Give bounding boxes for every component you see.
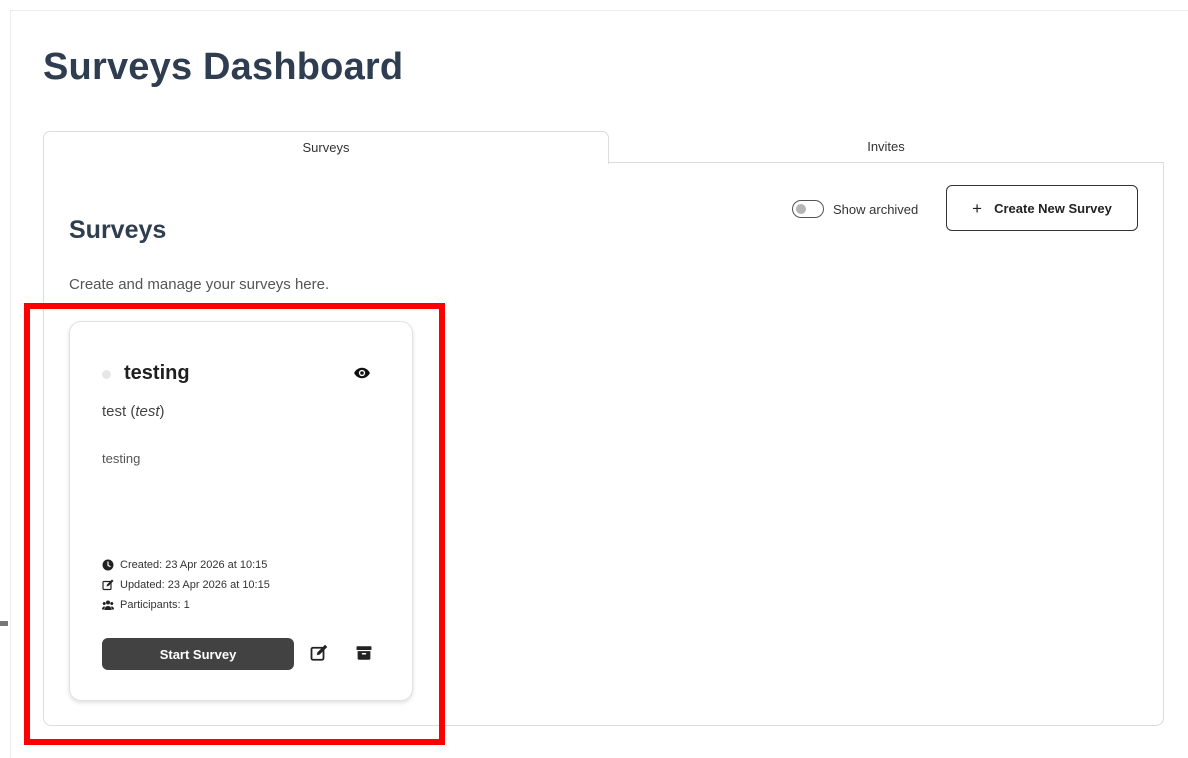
survey-title: testing	[124, 362, 190, 384]
participants-row: Participants: 1	[102, 599, 190, 611]
eye-icon[interactable]	[353, 364, 371, 382]
plus-icon: +	[972, 198, 983, 218]
tab-invites[interactable]: Invites	[608, 131, 1164, 163]
toggle-knob	[796, 204, 806, 214]
section-description: Create and manage your surveys here.	[69, 276, 330, 293]
section-title: Surveys	[69, 216, 167, 244]
edge-mark	[0, 621, 8, 626]
created-row: Created: 23 Apr 2026 at 10:15	[102, 559, 267, 571]
updated-row: Updated: 23 Apr 2026 at 10:15	[102, 579, 270, 591]
users-icon	[102, 600, 114, 610]
survey-description: testing	[102, 451, 141, 466]
survey-subtitle-paren: test	[135, 403, 160, 420]
tab-surveys[interactable]: Surveys	[43, 131, 609, 164]
created-text: Created: 23 Apr 2026 at 10:15	[120, 559, 268, 571]
survey-subtitle-main: test	[102, 403, 127, 420]
clock-icon	[102, 559, 114, 571]
updated-text: Updated: 23 Apr 2026 at 10:15	[120, 579, 270, 591]
edit-icon[interactable]	[310, 644, 328, 662]
start-survey-button[interactable]: Start Survey	[102, 638, 294, 670]
tab-bar: Surveys Invites	[43, 131, 1164, 164]
survey-subtitle: test (test)	[102, 403, 165, 420]
create-button-label: Create New Survey	[994, 200, 1112, 216]
create-new-survey-button[interactable]: + Create New Survey	[946, 185, 1138, 231]
archive-icon[interactable]	[355, 644, 373, 662]
surveys-panel: Surveys Create and manage your surveys h…	[43, 162, 1164, 726]
survey-card: testing test (test) testing Created: 23 …	[69, 321, 413, 701]
page-title: Surveys Dashboard	[43, 46, 404, 88]
participants-text: Participants: 1	[120, 599, 190, 611]
status-dot	[102, 370, 111, 379]
show-archived-label: Show archived	[833, 202, 919, 217]
show-archived-toggle[interactable]	[792, 200, 824, 218]
edit-note-icon	[102, 579, 114, 591]
